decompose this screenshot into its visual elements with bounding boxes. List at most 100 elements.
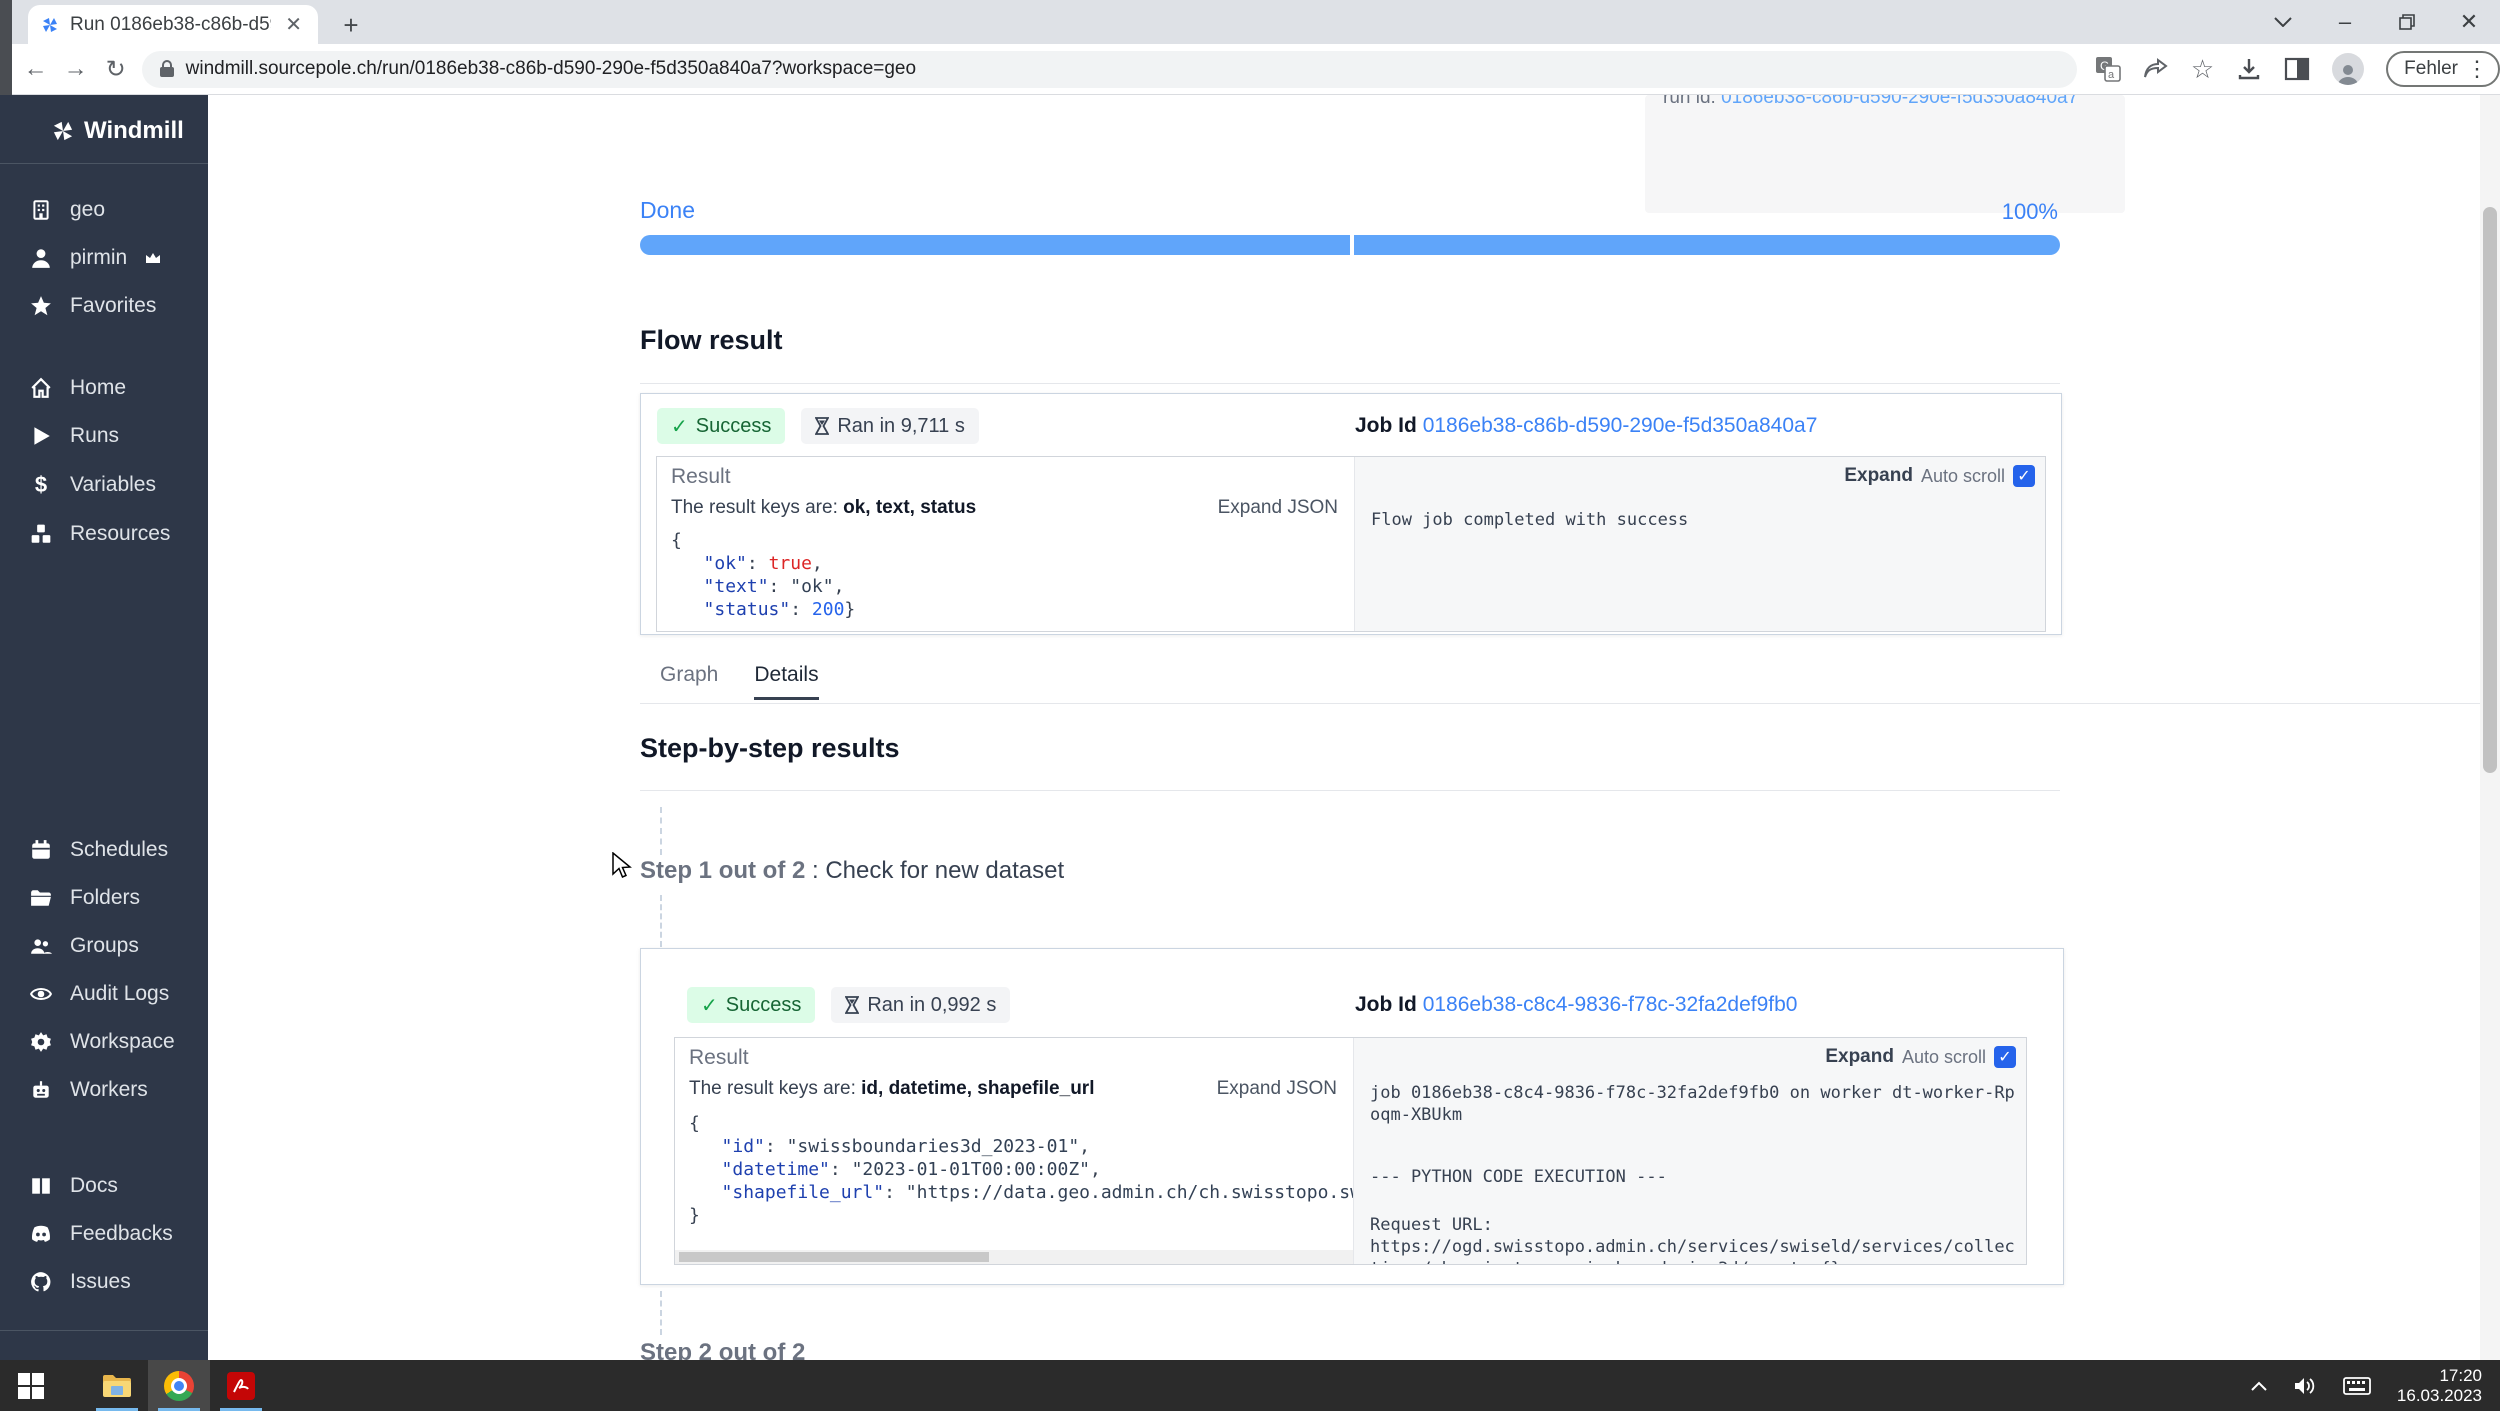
result-label: Result [689,1046,749,1070]
scrollbar-thumb[interactable] [679,1252,989,1262]
home-icon [30,377,52,399]
start-button[interactable] [0,1360,62,1411]
window-close-icon[interactable]: ✕ [2438,0,2500,44]
sidebar-item-resources[interactable]: Resources [0,510,208,558]
sidebar-item-label: Favorites [70,294,156,318]
auto-scroll-label: Auto scroll [1921,466,2005,487]
job-id-link[interactable]: 0186eb38-c8c4-9836-f78c-32fa2def9fb0 [1423,993,1798,1016]
windmill-logo-icon [50,118,76,144]
sidebar-item-label: geo [70,198,105,222]
new-tab-button[interactable]: + [336,10,366,40]
sidebar-item-workspace-geo[interactable]: geo [0,186,208,234]
sidebar-item-user-pirmin[interactable]: pirmin [0,234,208,282]
sidebar-item-label: Docs [70,1174,118,1198]
mouse-cursor [611,852,635,880]
auto-scroll-checkbox[interactable]: ✓ [1994,1046,2016,1068]
sidebar-item-label: Issues [70,1270,131,1294]
share-icon[interactable] [2143,57,2169,81]
sidebar-item-favorites[interactable]: Favorites [0,282,208,330]
window-minimize-icon[interactable]: – [2314,0,2376,44]
sidebar-item-folders[interactable]: Folders [0,874,208,922]
dollar-icon: $ [30,472,52,498]
kebab-menu-icon[interactable]: ⋮ [2466,56,2488,82]
clock-time: 17:20 [2397,1366,2482,1386]
flow-result-panel: ✓ Success Ran in 9,711 s Job Id 0186eb38… [640,393,2062,635]
windmill-brand[interactable]: Windmill [0,95,208,163]
sidebar-item-workspace-settings[interactable]: Workspace [0,1018,208,1066]
url-bar[interactable]: windmill.sourcepole.ch/run/0186eb38-c86b… [142,51,2077,88]
profile-avatar[interactable] [2332,53,2364,85]
browser-tab[interactable]: Run 0186eb38-c86b-d590-290e- ✕ [28,5,318,44]
sidebar-item-audit-logs[interactable]: Audit Logs [0,970,208,1018]
taskbar-acrobat[interactable] [210,1360,272,1411]
window-restore-icon[interactable] [2376,0,2438,44]
chrome-icon [164,1371,194,1401]
progress-bar [640,235,2060,255]
job-id-label: Job Id [1355,993,1417,1016]
back-icon[interactable]: ← [16,55,56,83]
sidebar-item-workers[interactable]: Workers [0,1066,208,1114]
sidebar-item-docs[interactable]: Docs [0,1162,208,1210]
expand-json-link[interactable]: Expand JSON [1218,497,1338,519]
lock-icon [158,59,176,79]
taskbar-chrome[interactable] [148,1360,210,1411]
download-icon[interactable] [2236,56,2262,82]
users-icon [30,935,52,957]
page-scrollbar[interactable] [2480,95,2500,1360]
bookmark-star-icon[interactable]: ☆ [2191,54,2214,85]
window-menu-icon[interactable] [2252,0,2314,44]
sidebar-item-label: Runs [70,424,119,448]
horizontal-scrollbar[interactable] [675,1250,1353,1264]
result-tabs: Graph Details [660,663,819,700]
duration-label: Ran in 0,992 s [867,994,996,1017]
sidebar-item-home[interactable]: Home [0,364,208,412]
duration-badge: Ran in 0,992 s [831,987,1010,1023]
job-id-link[interactable]: 0186eb38-c86b-d590-290e-f5d350a840a7 [1423,414,1818,437]
tray-volume-icon[interactable] [2293,1376,2317,1396]
expand-log-button[interactable]: Expand [1844,465,1913,487]
sidebar-item-label: Resources [70,522,170,546]
job-id-label: Job Id [1355,414,1417,437]
main-content: run id: 0186eb38-c86b-d590-290e-f5d350a8… [208,95,2480,1360]
windmill-favicon-icon [40,15,60,35]
tab-graph[interactable]: Graph [660,663,718,700]
error-button[interactable]: Fehler ⋮ [2386,51,2500,87]
result-label: Result [671,465,731,489]
tray-keyboard-icon[interactable] [2343,1377,2371,1395]
check-icon: ✓ [671,414,688,439]
gear-icon [30,1031,52,1053]
sidebar-item-feedbacks[interactable]: Feedbacks [0,1210,208,1258]
robot-icon [30,1079,52,1101]
run-id-link[interactable]: 0186eb38-c86b-d590-290e-f5d350a840a7 [1721,95,2078,108]
expand-json-link[interactable]: Expand JSON [1217,1078,1337,1100]
book-icon [30,1175,52,1197]
log-line: --- PYTHON CODE EXECUTION --- [1370,1166,2016,1188]
steps-title: Step-by-step results [640,733,900,764]
auto-scroll-checkbox[interactable]: ✓ [2013,465,2035,487]
windows-taskbar: 17:20 16.03.2023 [0,1360,2500,1411]
sidebar-item-groups[interactable]: Groups [0,922,208,970]
tab-details[interactable]: Details [754,663,818,700]
browser-toolbar: ← → ↻ windmill.sourcepole.ch/run/0186eb3… [0,44,2500,95]
progress-status: Done [640,197,695,224]
tab-close-icon[interactable]: ✕ [281,12,306,37]
taskbar-clock[interactable]: 17:20 16.03.2023 [2397,1366,2482,1406]
taskbar-file-explorer[interactable] [86,1360,148,1411]
sidebar-item-variables[interactable]: $ Variables [0,460,208,510]
brand-label: Windmill [84,117,184,145]
forward-icon[interactable]: → [56,55,96,83]
translate-icon[interactable]: Ga [2095,56,2121,82]
sidebar-item-label: Workspace [70,1030,175,1054]
expand-log-button[interactable]: Expand [1825,1046,1894,1068]
sidebar-item-runs[interactable]: Runs [0,412,208,460]
tray-chevron-up-icon[interactable] [2251,1381,2267,1391]
side-panel-icon[interactable] [2284,56,2310,82]
result-json: { "ok": true, "text": "ok", "status": 20… [671,529,855,621]
sidebar-item-issues[interactable]: Issues [0,1258,208,1306]
svg-text:a: a [2108,69,2115,81]
duration-label: Ran in 9,711 s [837,415,965,438]
scrollbar-thumb[interactable] [2483,207,2497,773]
windows-logo-icon [18,1373,44,1399]
sidebar-item-schedules[interactable]: Schedules [0,826,208,874]
reload-icon[interactable]: ↻ [96,55,136,84]
